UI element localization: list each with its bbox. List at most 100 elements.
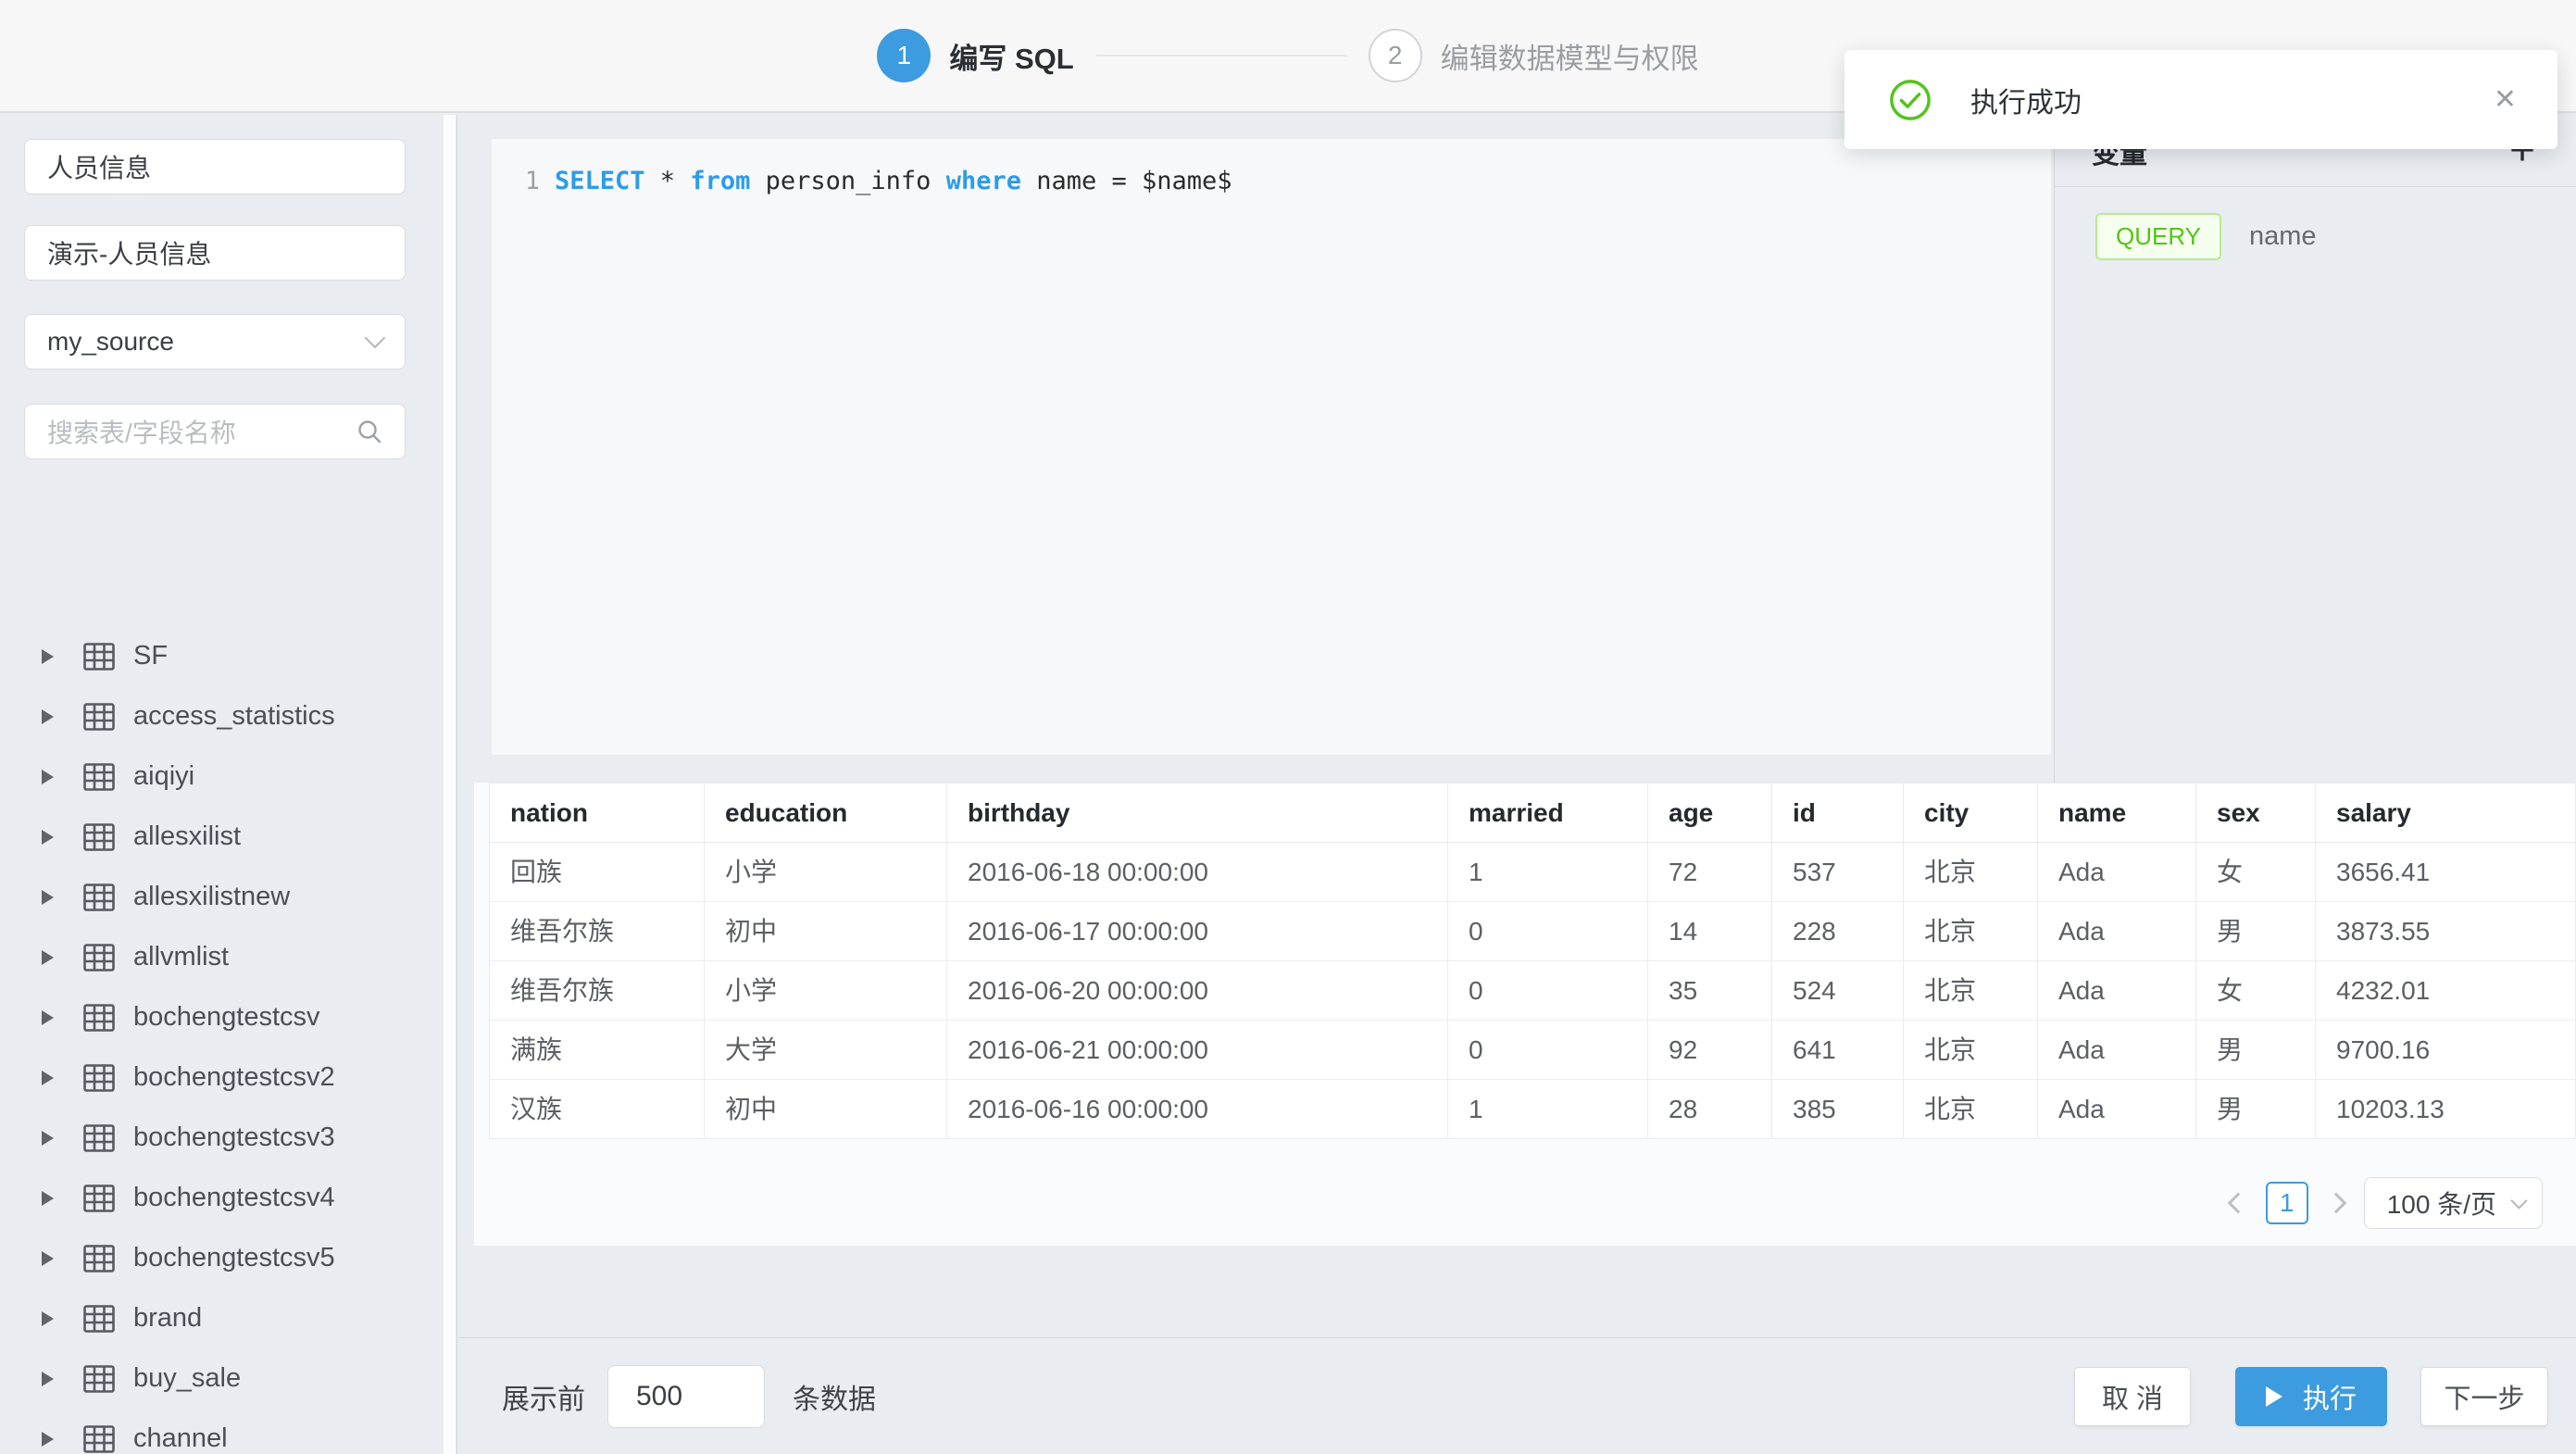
sidebar-table-item[interactable]: bochengtestcsv2 xyxy=(0,1047,444,1108)
row-limit-input[interactable]: 500 xyxy=(607,1365,765,1428)
table-name: allvmlist xyxy=(133,942,229,972)
current-page-button[interactable]: 1 xyxy=(2266,1182,2308,1224)
table-cell: 男 xyxy=(2196,1021,2316,1080)
toast-close-icon[interactable]: ✕ xyxy=(2494,86,2517,114)
table-cell: 28 xyxy=(1648,1080,1772,1139)
page-size-select[interactable]: 100 条/页 xyxy=(2364,1177,2543,1229)
expand-caret-icon[interactable] xyxy=(42,950,54,965)
expand-caret-icon[interactable] xyxy=(42,1311,54,1326)
table-cell: 回族 xyxy=(490,843,705,902)
page-size-value: 100 条/页 xyxy=(2387,1185,2496,1222)
table-cell: 641 xyxy=(1772,1021,1904,1080)
variable-item[interactable]: QUERYname xyxy=(2095,213,2576,260)
table-cell: 男 xyxy=(2196,902,2316,961)
expand-caret-icon[interactable] xyxy=(42,1432,54,1447)
table-cell: 北京 xyxy=(1904,843,2038,902)
column-header: birthday xyxy=(947,783,1448,843)
datasource-select[interactable]: my_source xyxy=(24,314,406,370)
sidebar-table-item[interactable]: bochengtestcsv4 xyxy=(0,1168,444,1228)
table-name: bochengtestcsv2 xyxy=(133,1062,335,1093)
step-1-indicator: 1 xyxy=(877,29,931,82)
sidebar-table-item[interactable]: allesxilist xyxy=(0,807,444,867)
execute-button-label: 执行 xyxy=(2303,1377,2357,1416)
table-icon xyxy=(83,1425,115,1453)
table-cell: Ada xyxy=(2038,961,2196,1021)
expand-caret-icon[interactable] xyxy=(42,709,54,724)
next-page-icon[interactable] xyxy=(2325,1193,2346,1214)
sql-code-line: 1 SELECT * from person_info where name =… xyxy=(492,139,2051,195)
sidebar-table-item[interactable]: allesxilistnew xyxy=(0,867,444,927)
sidebar-table-item[interactable]: buy_sale xyxy=(0,1348,444,1409)
table-cell: 初中 xyxy=(705,1080,947,1139)
table-cell: 4232.01 xyxy=(2316,961,2576,1021)
expand-caret-icon[interactable] xyxy=(42,770,54,784)
sidebar-table-item[interactable]: access_statistics xyxy=(0,686,444,746)
expand-caret-icon[interactable] xyxy=(42,1372,54,1386)
table-name: bochengtestcsv5 xyxy=(133,1243,335,1273)
footer-bar: 展示前 500 条数据 取 消 执行 下一步 xyxy=(458,1337,2576,1454)
table-cell: 385 xyxy=(1772,1080,1904,1139)
sidebar-scrollbar[interactable] xyxy=(444,115,456,1454)
expand-caret-icon[interactable] xyxy=(42,1071,54,1085)
expand-caret-icon[interactable] xyxy=(42,1191,54,1206)
sidebar-table-item[interactable]: bochengtestcsv xyxy=(0,987,444,1047)
stepper: 1 编写 SQL 2 编辑数据模型与权限 xyxy=(877,29,1698,82)
sidebar-table-item[interactable]: bochengtestcsv5 xyxy=(0,1228,444,1288)
sidebar-table-item[interactable]: aiqiyi xyxy=(0,746,444,807)
dataset-name-input[interactable]: 人员信息 xyxy=(24,139,406,194)
table-icon xyxy=(83,1185,115,1212)
dataset-display-name-value: 演示-人员信息 xyxy=(47,234,382,271)
column-header: id xyxy=(1772,783,1904,843)
table-cell: 2016-06-18 00:00:00 xyxy=(947,843,1448,902)
table-cell: 92 xyxy=(1648,1021,1772,1080)
sidebar-table-item[interactable]: bochengtestcsv3 xyxy=(0,1108,444,1168)
table-icon xyxy=(83,1004,115,1032)
sidebar-table-item[interactable]: allvmlist xyxy=(0,927,444,987)
table-name: allesxilistnew xyxy=(133,882,290,912)
sidebar-table-item[interactable]: brand xyxy=(0,1288,444,1348)
column-header: city xyxy=(1904,783,2038,843)
expand-caret-icon[interactable] xyxy=(42,649,54,664)
results-table: nationeducationbirthdaymarriedageidcityn… xyxy=(489,783,2576,1139)
next-step-button[interactable]: 下一步 xyxy=(2420,1367,2548,1426)
sidebar-table-item[interactable]: channel xyxy=(0,1409,444,1454)
table-name: brand xyxy=(133,1303,202,1334)
table-name: channel xyxy=(133,1423,228,1454)
search-input[interactable]: 搜索表/字段名称 xyxy=(24,404,406,459)
column-header: salary xyxy=(2316,783,2576,843)
table-name: SF xyxy=(133,641,168,671)
dataset-display-name-input[interactable]: 演示-人员信息 xyxy=(24,225,406,281)
table-cell: 北京 xyxy=(1904,902,2038,961)
column-header: married xyxy=(1448,783,1648,843)
table-cell: 北京 xyxy=(1904,961,2038,1021)
sidebar-table-item[interactable]: SF xyxy=(0,626,444,686)
table-tree: SF access_statisticsaiqiyiallesxilist alle… xyxy=(0,626,444,1454)
sql-editor[interactable]: 1 SELECT * from person_info where name =… xyxy=(492,139,2051,755)
step-1: 1 编写 SQL xyxy=(877,29,1073,82)
table-cell: 汉族 xyxy=(490,1080,705,1139)
table-icon xyxy=(83,1305,115,1333)
prev-page-icon[interactable] xyxy=(2227,1193,2248,1214)
play-icon xyxy=(2266,1386,2282,1407)
table-cell: 北京 xyxy=(1904,1021,2038,1080)
expand-caret-icon[interactable] xyxy=(42,1251,54,1266)
expand-caret-icon[interactable] xyxy=(42,1131,54,1146)
table-cell: 女 xyxy=(2196,961,2316,1021)
line-number: 1 xyxy=(492,167,540,195)
row-limit-value: 500 xyxy=(636,1381,682,1412)
table-name: bochengtestcsv xyxy=(133,1002,320,1033)
expand-caret-icon[interactable] xyxy=(42,890,54,905)
table-icon xyxy=(83,1365,115,1393)
datasource-selected-value: my_source xyxy=(47,327,368,357)
column-header: nation xyxy=(490,783,705,843)
table-cell: 大学 xyxy=(705,1021,947,1080)
execute-button[interactable]: 执行 xyxy=(2235,1367,2387,1426)
table-cell: 1 xyxy=(1448,843,1648,902)
table-cell: 9700.16 xyxy=(2316,1021,2576,1080)
cancel-button[interactable]: 取 消 xyxy=(2074,1367,2191,1426)
expand-caret-icon[interactable] xyxy=(42,830,54,845)
expand-caret-icon[interactable] xyxy=(42,1010,54,1025)
table-cell: 维吾尔族 xyxy=(490,961,705,1021)
variables-panel: 变量 + QUERYname xyxy=(2055,115,2576,783)
table-cell: 228 xyxy=(1772,902,1904,961)
